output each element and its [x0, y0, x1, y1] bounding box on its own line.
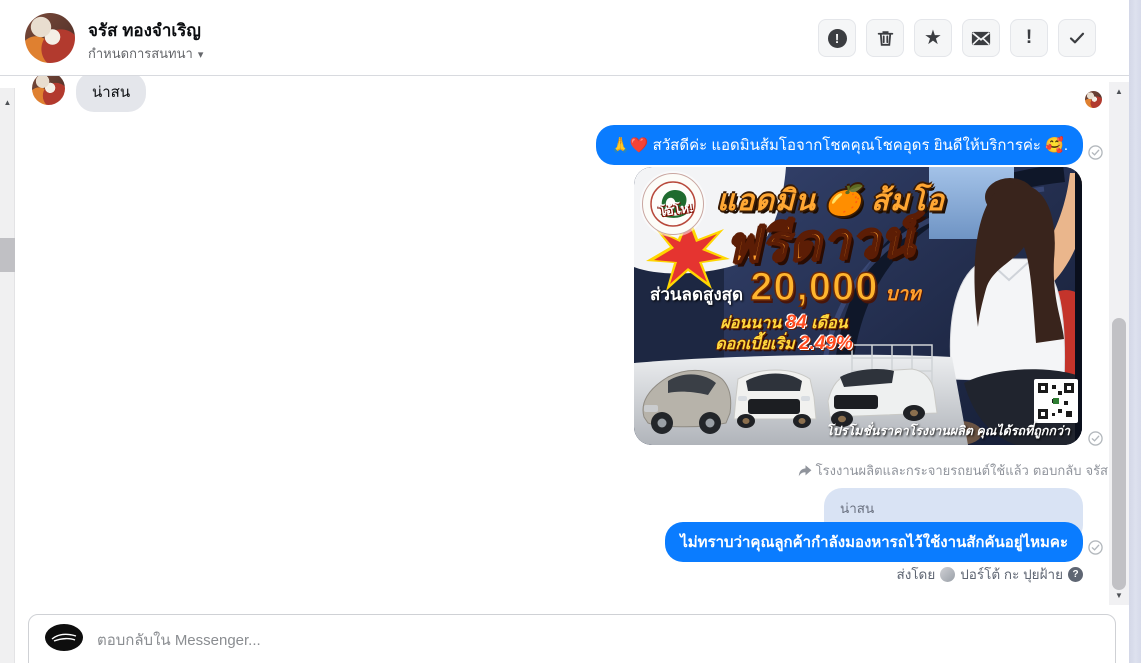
sent-by-attribution: ส่งโดย ปอร์โต้ กะ ปุยฝ้าย [896, 563, 1083, 585]
interest-value: 2.49% [798, 333, 853, 354]
trash-icon [877, 30, 893, 46]
reply-placeholder: ตอบกลับใน Messenger... [97, 632, 261, 649]
delete-button[interactable] [866, 19, 904, 57]
incoming-message-avatar [32, 72, 65, 105]
report-button[interactable] [818, 19, 856, 57]
sent-check-icon [1088, 540, 1103, 555]
reply-context-action: ตอบกลับ [1032, 463, 1082, 478]
qr-code [1034, 379, 1078, 423]
promo-image-attachment[interactable]: แอดมิน 🍊 ส้มโอ โอ้โห! ฟรีดาวน์ ส่วนลดสูง… [634, 167, 1082, 445]
conversation-label-dropdown[interactable]: กำหนดการสนทนา [88, 43, 203, 64]
sent-by-label: ส่งโดย [896, 567, 936, 582]
discount-value: 20,000 [749, 264, 879, 310]
reply-input[interactable]: ตอบกลับใน Messenger... [28, 614, 1116, 663]
admin-name: ปอร์โต้ กะ ปุยฝ้าย [960, 567, 1063, 582]
sent-check-icon [1088, 145, 1103, 160]
check-icon [1069, 32, 1085, 44]
reply-context: โรงงานผลิตและกระจายรถยนต์ใช้แล้ว ตอบกลับ… [798, 460, 1108, 481]
chat-scrollbar-thumb[interactable] [1112, 318, 1126, 590]
banner-discount-row: ส่วนลดสูงสุด 20,000 บาท [650, 264, 921, 310]
star-button[interactable] [914, 19, 952, 57]
discount-unit: บาท [885, 284, 921, 305]
contact-avatar[interactable] [25, 13, 75, 63]
scroll-down-icon[interactable] [1109, 591, 1129, 600]
outgoing-greeting-bubble: 🙏❤️ สวัสดีค่ะ แอดมินส้มโอจากโชคคุณโชคอุด… [596, 125, 1083, 165]
banner-interest-line: ดอกเบี้ยเริ่ม 2.49% [674, 332, 894, 357]
star-icon [924, 29, 942, 47]
header-action-bar [818, 19, 1096, 57]
exclamation-circle-icon [827, 28, 847, 48]
discount-label: ส่วนลดสูงสุด [650, 285, 744, 304]
outgoing-question-bubble: ไม่ทราบว่าคุณลูกค้ากำลังมองหารถไว้ใช้งาน… [665, 522, 1083, 562]
mark-unread-button[interactable] [962, 19, 1000, 57]
seen-indicator-avatar [1085, 91, 1102, 108]
mark-done-button[interactable] [1058, 19, 1096, 57]
banner-caption: โปรโมชั่นราคาโรงงานผลิต คุณได้รถที่ถูกกว… [826, 424, 1070, 438]
left-scrollbar[interactable] [0, 88, 15, 663]
messenger-inbox-window: จรัส ทองจำเริญ กำหนดการสนทนา [0, 0, 1141, 663]
page-background-strip [1129, 0, 1141, 663]
installment-prefix: ผ่อนนาน [720, 315, 782, 332]
reply-context-page: โรงงานผลิตและกระจายรถยนต์ใช้แล้ว [815, 463, 1029, 478]
sent-check-icon [1088, 431, 1103, 446]
page-logo-avatar [45, 624, 83, 651]
question-circle-icon[interactable] [1068, 566, 1083, 582]
composer-area: ตอบกลับใน Messenger... [16, 607, 1129, 663]
installment-value: 84 [785, 312, 807, 333]
conversation-label: กำหนดการสนทนา [88, 46, 193, 61]
conversation-header: จรัส ทองจำเริญ กำหนดการสนทนา [0, 0, 1129, 76]
chat-scrollbar[interactable] [1109, 82, 1129, 605]
installment-suffix: เดือน [811, 315, 848, 332]
reply-context-user: จรัส [1085, 463, 1108, 478]
share-arrow-icon [798, 465, 812, 477]
left-scrollbar-thumb[interactable] [0, 238, 15, 272]
exclamation-icon [1026, 27, 1032, 49]
interest-prefix: ดอกเบี้ยเริ่ม [715, 336, 795, 353]
admin-avatar [940, 566, 956, 582]
incoming-message-bubble: น่าสน [76, 72, 147, 112]
contact-name: จรัส ทองจำเริญ [88, 21, 201, 40]
flag-important-button[interactable] [1010, 19, 1048, 57]
chevron-down-icon [198, 49, 204, 61]
envelope-icon [971, 31, 991, 45]
scroll-up-icon[interactable] [1109, 87, 1129, 96]
scroll-up-icon[interactable] [0, 98, 15, 107]
